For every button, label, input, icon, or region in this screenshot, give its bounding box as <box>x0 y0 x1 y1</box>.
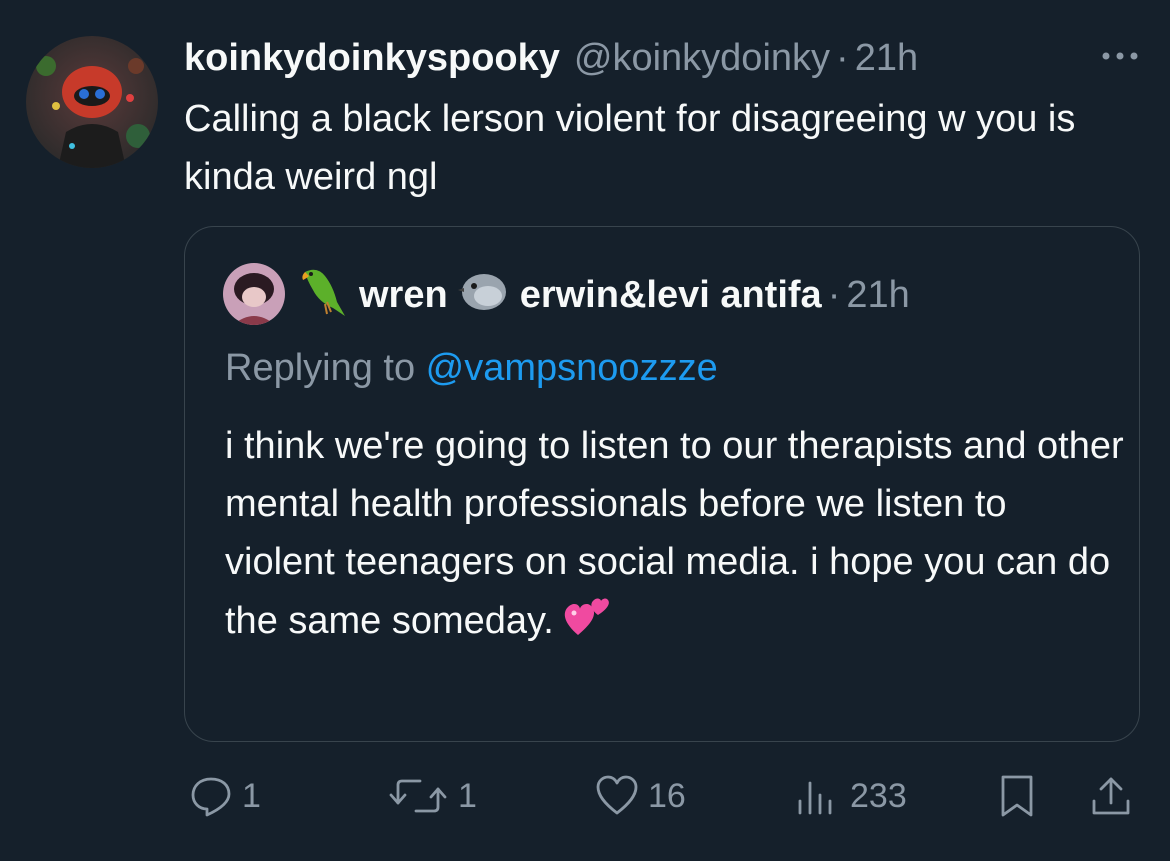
repost-count: 1 <box>458 776 477 815</box>
quoted-tweet-text: i think we're going to listen to our the… <box>225 417 1125 656</box>
quoted-tweet-card[interactable]: wren erwin&levi antifa · 21h Replying to… <box>184 226 1140 742</box>
quoted-header: wren erwin&levi antifa · 21h <box>297 265 910 325</box>
like-count: 16 <box>648 776 686 815</box>
user-handle[interactable]: @koinkydoinky <box>574 37 830 80</box>
dove-emoji <box>457 266 510 324</box>
quoted-display-name-2[interactable]: erwin&levi antifa <box>520 274 822 317</box>
timestamp[interactable]: 21h <box>855 37 918 80</box>
reply-count: 1 <box>242 776 261 815</box>
views-count: 233 <box>850 776 907 815</box>
repost-button[interactable]: 1 <box>386 766 477 826</box>
two-hearts-emoji <box>562 591 612 656</box>
display-name[interactable]: koinkydoinkyspooky <box>184 37 560 80</box>
heart-icon <box>596 775 638 815</box>
quoted-author-avatar <box>223 263 285 325</box>
replying-handle-link[interactable]: @vampsnoozzze <box>426 347 718 389</box>
quoted-display-name[interactable]: wren <box>359 274 448 317</box>
author-avatar[interactable] <box>26 36 158 168</box>
quoted-timestamp[interactable]: 21h <box>846 274 909 317</box>
share-button[interactable] <box>1088 766 1134 826</box>
replying-to: Replying to @vampsnoozzze <box>225 347 718 390</box>
tweet-text: Calling a black lerson violent for disag… <box>184 98 1076 198</box>
quoted-separator-dot: · <box>827 273 841 316</box>
bookmark-icon <box>1001 775 1033 817</box>
like-button[interactable]: 16 <box>594 766 686 826</box>
share-icon <box>1092 777 1130 815</box>
views-button[interactable]: 233 <box>792 766 907 826</box>
replying-prefix: Replying to <box>225 347 426 389</box>
separator-dot: · <box>836 36 849 79</box>
reply-icon <box>191 777 231 817</box>
more-horizontal-icon[interactable] <box>1096 38 1144 74</box>
action-bar: 1 1 16 233 <box>0 766 1170 826</box>
bookmark-button[interactable] <box>994 766 1040 826</box>
tweet-header: koinkydoinkyspooky @koinkydoinky · 21h <box>184 30 918 86</box>
reply-button[interactable]: 1 <box>188 766 261 826</box>
parrot-emoji <box>297 262 349 328</box>
views-icon <box>798 781 832 815</box>
repost-icon <box>389 779 447 813</box>
quoted-text: i think we're going to listen to our the… <box>225 425 1124 642</box>
